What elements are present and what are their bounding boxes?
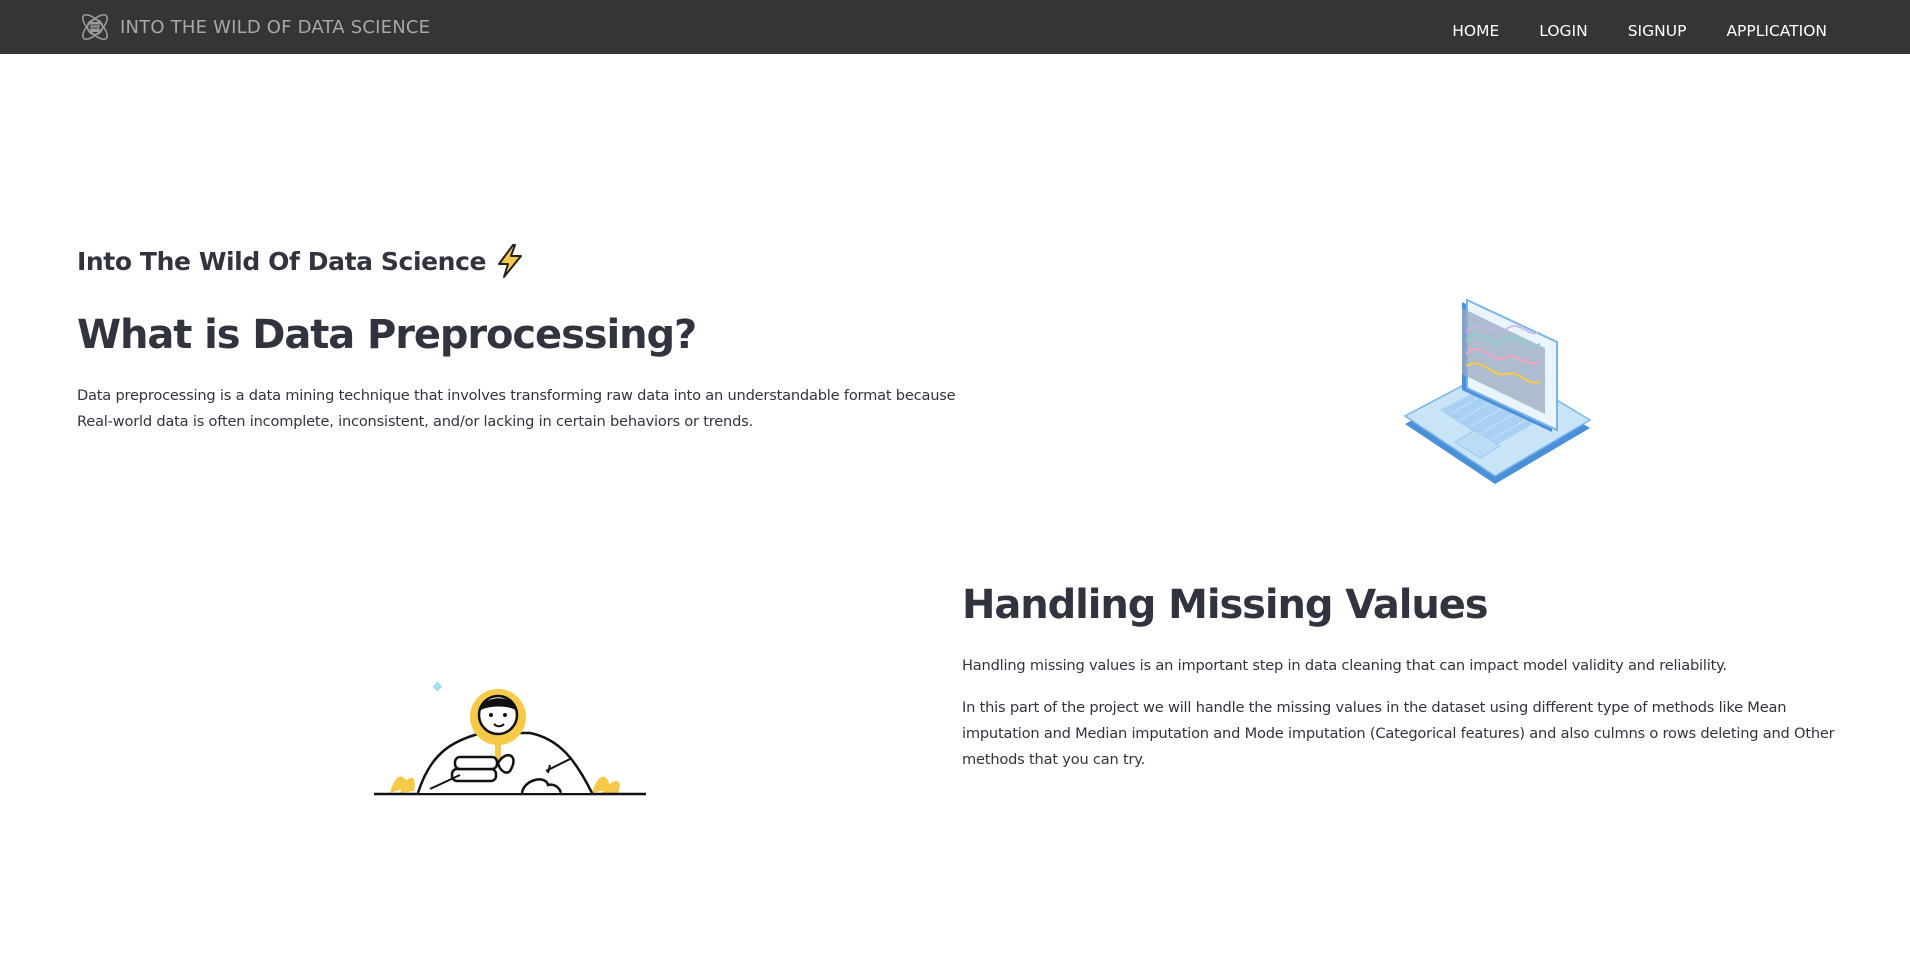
section-paragraph-missing-1: Handling missing values is an important … xyxy=(962,657,1727,674)
nav-application-link[interactable]: APPLICATION xyxy=(1726,22,1827,40)
brand-title: INTO THE WILD OF DATA SCIENCE xyxy=(120,16,431,38)
laptop-chart-illustration xyxy=(1403,298,1592,484)
lightning-bolt-icon xyxy=(498,244,523,278)
hero-tagline: Into The Wild Of Data Science xyxy=(77,243,526,279)
main-nav: HOME LOGIN SIGNUP APPLICATION xyxy=(1412,0,1827,54)
nav-login-link[interactable]: LOGIN xyxy=(1539,22,1587,40)
brand-link[interactable]: INTO THE WILD OF DATA SCIENCE xyxy=(77,9,430,45)
atom-data-logo-icon xyxy=(81,13,109,41)
section-paragraph-missing-2: In this part of the project we will hand… xyxy=(962,699,1835,768)
top-navbar: INTO THE WILD OF DATA SCIENCE HOME LOGIN… xyxy=(0,0,1910,54)
nav-signup-link[interactable]: SIGNUP xyxy=(1628,22,1687,40)
nav-home-link[interactable]: HOME xyxy=(1452,22,1499,40)
section-title-preprocessing: What is Data Preprocessing? xyxy=(77,312,697,358)
section-description-preprocessing: Data preprocessing is a data mining tech… xyxy=(77,387,956,430)
person-magnifier-illustration xyxy=(374,681,646,796)
tagline-text: Into The Wild Of Data Science xyxy=(77,246,487,276)
section-title-missing-values: Handling Missing Values xyxy=(962,582,1489,628)
